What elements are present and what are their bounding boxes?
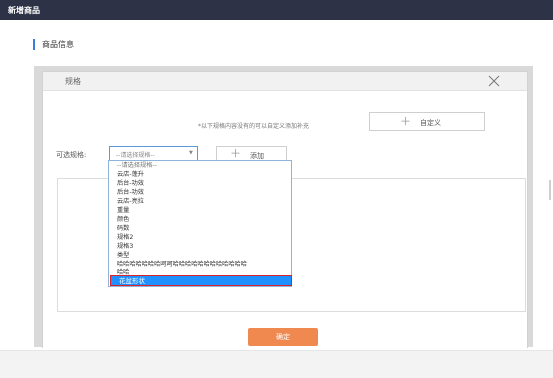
plus-icon: ＋ [230, 147, 241, 160]
dropdown-option[interactable]: --请选择规格-- [117, 162, 157, 170]
plus-icon: ＋ [400, 115, 411, 128]
close-icon[interactable] [487, 74, 501, 88]
caret-down-icon: ▼ [189, 150, 193, 156]
dropdown-option[interactable]: 颜色 [117, 216, 129, 224]
select-label: 可选规格: [56, 151, 87, 159]
dropdown-option[interactable]: 码数 [117, 225, 129, 233]
page-title: 新增商品 [8, 6, 40, 15]
dropdown-option[interactable]: 规格2 [117, 234, 133, 242]
dropdown-option[interactable]: 云店-亮拉 [117, 198, 144, 206]
dialog-title: 规格 [65, 77, 81, 86]
custom-spec-label: 自定义 [420, 119, 441, 127]
dialog-header: 规格 [43, 72, 527, 91]
dropdown-option-selected[interactable]: 花盆形状 [110, 275, 292, 286]
dropdown-option[interactable]: 后台-功效 [117, 180, 144, 188]
dropdown-option[interactable]: 类型 [117, 252, 129, 260]
top-bar: 新增商品 [0, 0, 553, 20]
dropdown-option[interactable]: 云店-蓬升 [117, 171, 144, 179]
dropdown-option[interactable]: 哈哈哈哈哈哈哈呵呵哈哈哈哈哈哈哈哈哈哈哈哈 [117, 261, 247, 269]
selected-option-label: 花盆形状 [119, 277, 145, 285]
section-title: 商品信息 [33, 39, 74, 50]
bottom-bar [0, 350, 553, 378]
dropdown-option[interactable]: 规格3 [117, 243, 133, 251]
scrollbar-thumb[interactable] [549, 180, 551, 200]
confirm-label: 确定 [276, 333, 290, 341]
dropdown-option[interactable]: 后台-功效 [117, 189, 144, 197]
spec-select-value: --请选择规格-- [116, 152, 155, 159]
dropdown-option[interactable]: 重量 [117, 207, 129, 215]
spec-select[interactable]: --请选择规格-- ▼ [109, 146, 198, 161]
custom-spec-button[interactable]: ＋ 自定义 [369, 112, 485, 131]
hint-text: *以下规格内容没有的可以自定义添加补充 [198, 123, 310, 130]
spec-dropdown-list: --请选择规格-- 云店-蓬升 后台-功效 后台-功效 云店-亮拉 重量 颜色 … [108, 160, 292, 287]
confirm-button[interactable]: 确定 [248, 328, 318, 346]
